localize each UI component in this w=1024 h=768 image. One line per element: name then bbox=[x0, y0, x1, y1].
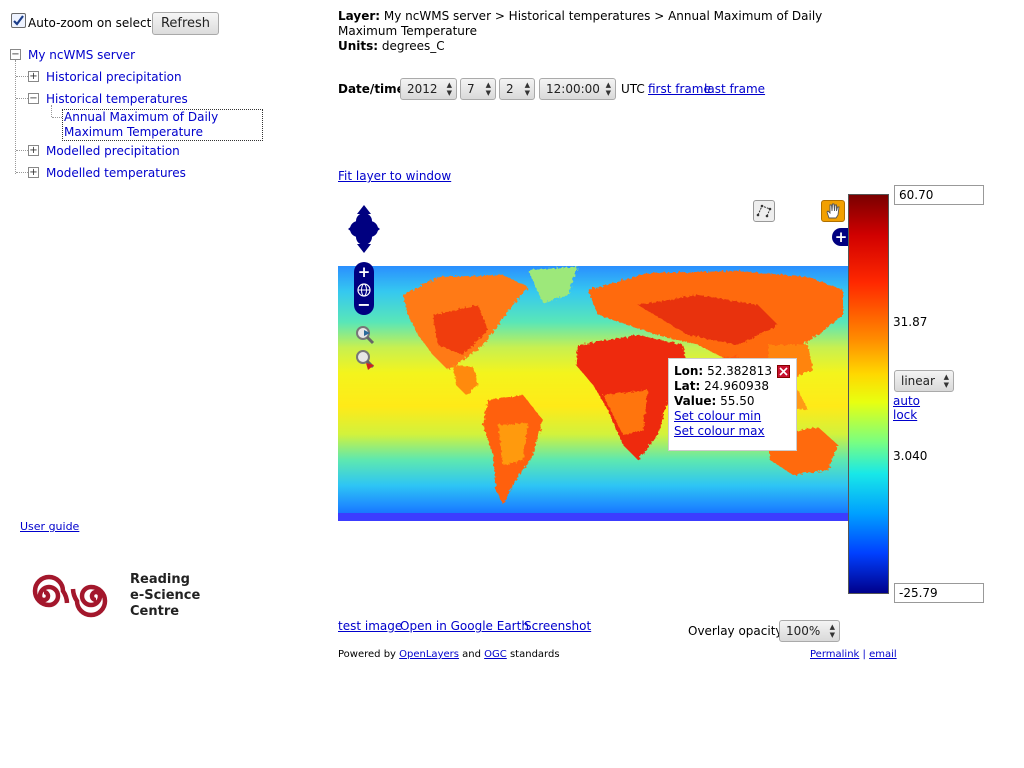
lat-value: 24.960938 bbox=[704, 379, 770, 393]
colour-scale-tick-low: 3.040 bbox=[893, 449, 928, 463]
permalink-link[interactable]: Permalink bbox=[810, 649, 859, 660]
auto-zoom-label: Auto-zoom on select bbox=[28, 16, 152, 30]
refresh-button[interactable]: Refresh bbox=[152, 12, 219, 35]
close-icon bbox=[779, 367, 788, 376]
tree-item-modelled-precipitation[interactable]: Modelled precipitation bbox=[46, 144, 180, 158]
layer-info: Layer: My ncWMS server > Historical temp… bbox=[338, 9, 838, 54]
screenshot-link[interactable]: Screenshot bbox=[524, 619, 591, 633]
tree-item-modelled-temperatures[interactable]: Modelled temperatures bbox=[46, 166, 186, 180]
tree-root[interactable]: My ncWMS server bbox=[28, 48, 135, 62]
pan-tool-button[interactable] bbox=[821, 200, 845, 222]
units-value: degrees_C bbox=[381, 39, 445, 53]
ogc-link[interactable]: OGC bbox=[484, 649, 507, 660]
draw-transect-button[interactable] bbox=[753, 200, 775, 222]
previous-view-button[interactable] bbox=[354, 325, 378, 345]
map-viewport[interactable]: + − + Lon: 52.382813 Lat: 24.960938 Valu… bbox=[338, 195, 850, 595]
set-colour-max-link[interactable]: Set colour max bbox=[674, 424, 765, 438]
lon-label: Lon: bbox=[674, 364, 704, 378]
checkmark-icon bbox=[13, 15, 24, 26]
time-select[interactable]: 12:00:00 ▲ ▼ bbox=[539, 78, 616, 100]
footer-links: Permalink | email bbox=[810, 649, 897, 660]
transect-line-icon bbox=[756, 204, 772, 218]
value-value: 55.50 bbox=[720, 394, 755, 408]
opacity-label: Overlay opacity: bbox=[688, 624, 786, 638]
collapse-icon[interactable]: − bbox=[10, 49, 21, 60]
magnifier-forward-icon bbox=[356, 350, 375, 370]
pan-control[interactable] bbox=[346, 203, 382, 255]
datetime-label: Date/time: bbox=[338, 82, 410, 96]
logo-text-line3: Centre bbox=[130, 604, 180, 619]
tree-item-historical-precipitation[interactable]: Historical precipitation bbox=[46, 70, 182, 84]
user-guide-link[interactable]: User guide bbox=[20, 520, 79, 533]
colour-scale-tick-high: 31.87 bbox=[893, 315, 928, 329]
feature-info-popup: Lon: 52.382813 Lat: 24.960938 Value: 55.… bbox=[668, 358, 797, 451]
layer-value: My ncWMS server > Historical temperature… bbox=[338, 9, 823, 38]
auto-scale-link[interactable]: auto bbox=[893, 394, 920, 408]
powered-by: Powered by OpenLayers and OGC standards bbox=[338, 649, 560, 660]
colour-scale-bar bbox=[848, 194, 889, 594]
month-select[interactable]: 7 ▲ ▼ bbox=[460, 78, 496, 100]
test-image-link[interactable]: test image bbox=[338, 619, 402, 633]
logo-text-line2: e-Science bbox=[130, 588, 201, 603]
google-earth-link[interactable]: Open in Google Earth bbox=[400, 619, 529, 633]
year-select[interactable]: 2012 ▲ ▼ bbox=[400, 78, 457, 100]
zoom-in-button[interactable]: + bbox=[354, 262, 374, 282]
lon-value: 52.382813 bbox=[707, 364, 772, 378]
last-frame-link[interactable]: last frame bbox=[704, 82, 765, 96]
antarctic-band bbox=[338, 513, 848, 521]
day-select[interactable]: 2 ▲ ▼ bbox=[499, 78, 535, 100]
layer-label: Layer: bbox=[338, 9, 381, 23]
lat-label: Lat: bbox=[674, 379, 701, 393]
hand-icon bbox=[826, 203, 840, 219]
first-frame-link[interactable]: first frame bbox=[648, 82, 711, 96]
pan-arrows-icon bbox=[348, 205, 380, 253]
opacity-select[interactable]: 100% ▲ ▼ bbox=[779, 620, 840, 642]
close-popup-button[interactable] bbox=[777, 365, 790, 378]
expand-icon[interactable]: + bbox=[28, 167, 39, 178]
scale-type-select[interactable]: linear ▲ ▼ bbox=[894, 370, 954, 392]
lock-scale-link[interactable]: lock bbox=[893, 408, 917, 422]
next-view-button[interactable] bbox=[354, 349, 378, 371]
expand-icon[interactable]: + bbox=[28, 145, 39, 156]
email-link[interactable]: email bbox=[869, 649, 897, 660]
openlayers-link[interactable]: OpenLayers bbox=[399, 649, 459, 660]
expand-icon[interactable]: + bbox=[28, 71, 39, 82]
auto-zoom-checkbox[interactable] bbox=[11, 13, 26, 28]
magnifier-back-icon bbox=[356, 326, 375, 345]
logo-text-line1: Reading bbox=[130, 572, 190, 587]
resc-logo: Reading e-Science Centre bbox=[18, 568, 218, 624]
spiral-logo-icon bbox=[32, 574, 108, 618]
timezone-label: UTC bbox=[621, 82, 645, 96]
tree-item-historical-temperatures[interactable]: Historical temperatures bbox=[46, 92, 188, 106]
colour-max-input[interactable]: 60.70 bbox=[894, 185, 984, 205]
value-label: Value: bbox=[674, 394, 717, 408]
units-label: Units: bbox=[338, 39, 379, 53]
colour-min-input[interactable]: -25.79 bbox=[894, 583, 984, 603]
set-colour-min-link[interactable]: Set colour min bbox=[674, 409, 761, 423]
fit-layer-link[interactable]: Fit layer to window bbox=[338, 169, 451, 183]
collapse-icon[interactable]: − bbox=[28, 93, 39, 104]
tree-item-annual-max-temperature[interactable]: Annual Maximum of Daily Maximum Temperat… bbox=[62, 109, 263, 141]
